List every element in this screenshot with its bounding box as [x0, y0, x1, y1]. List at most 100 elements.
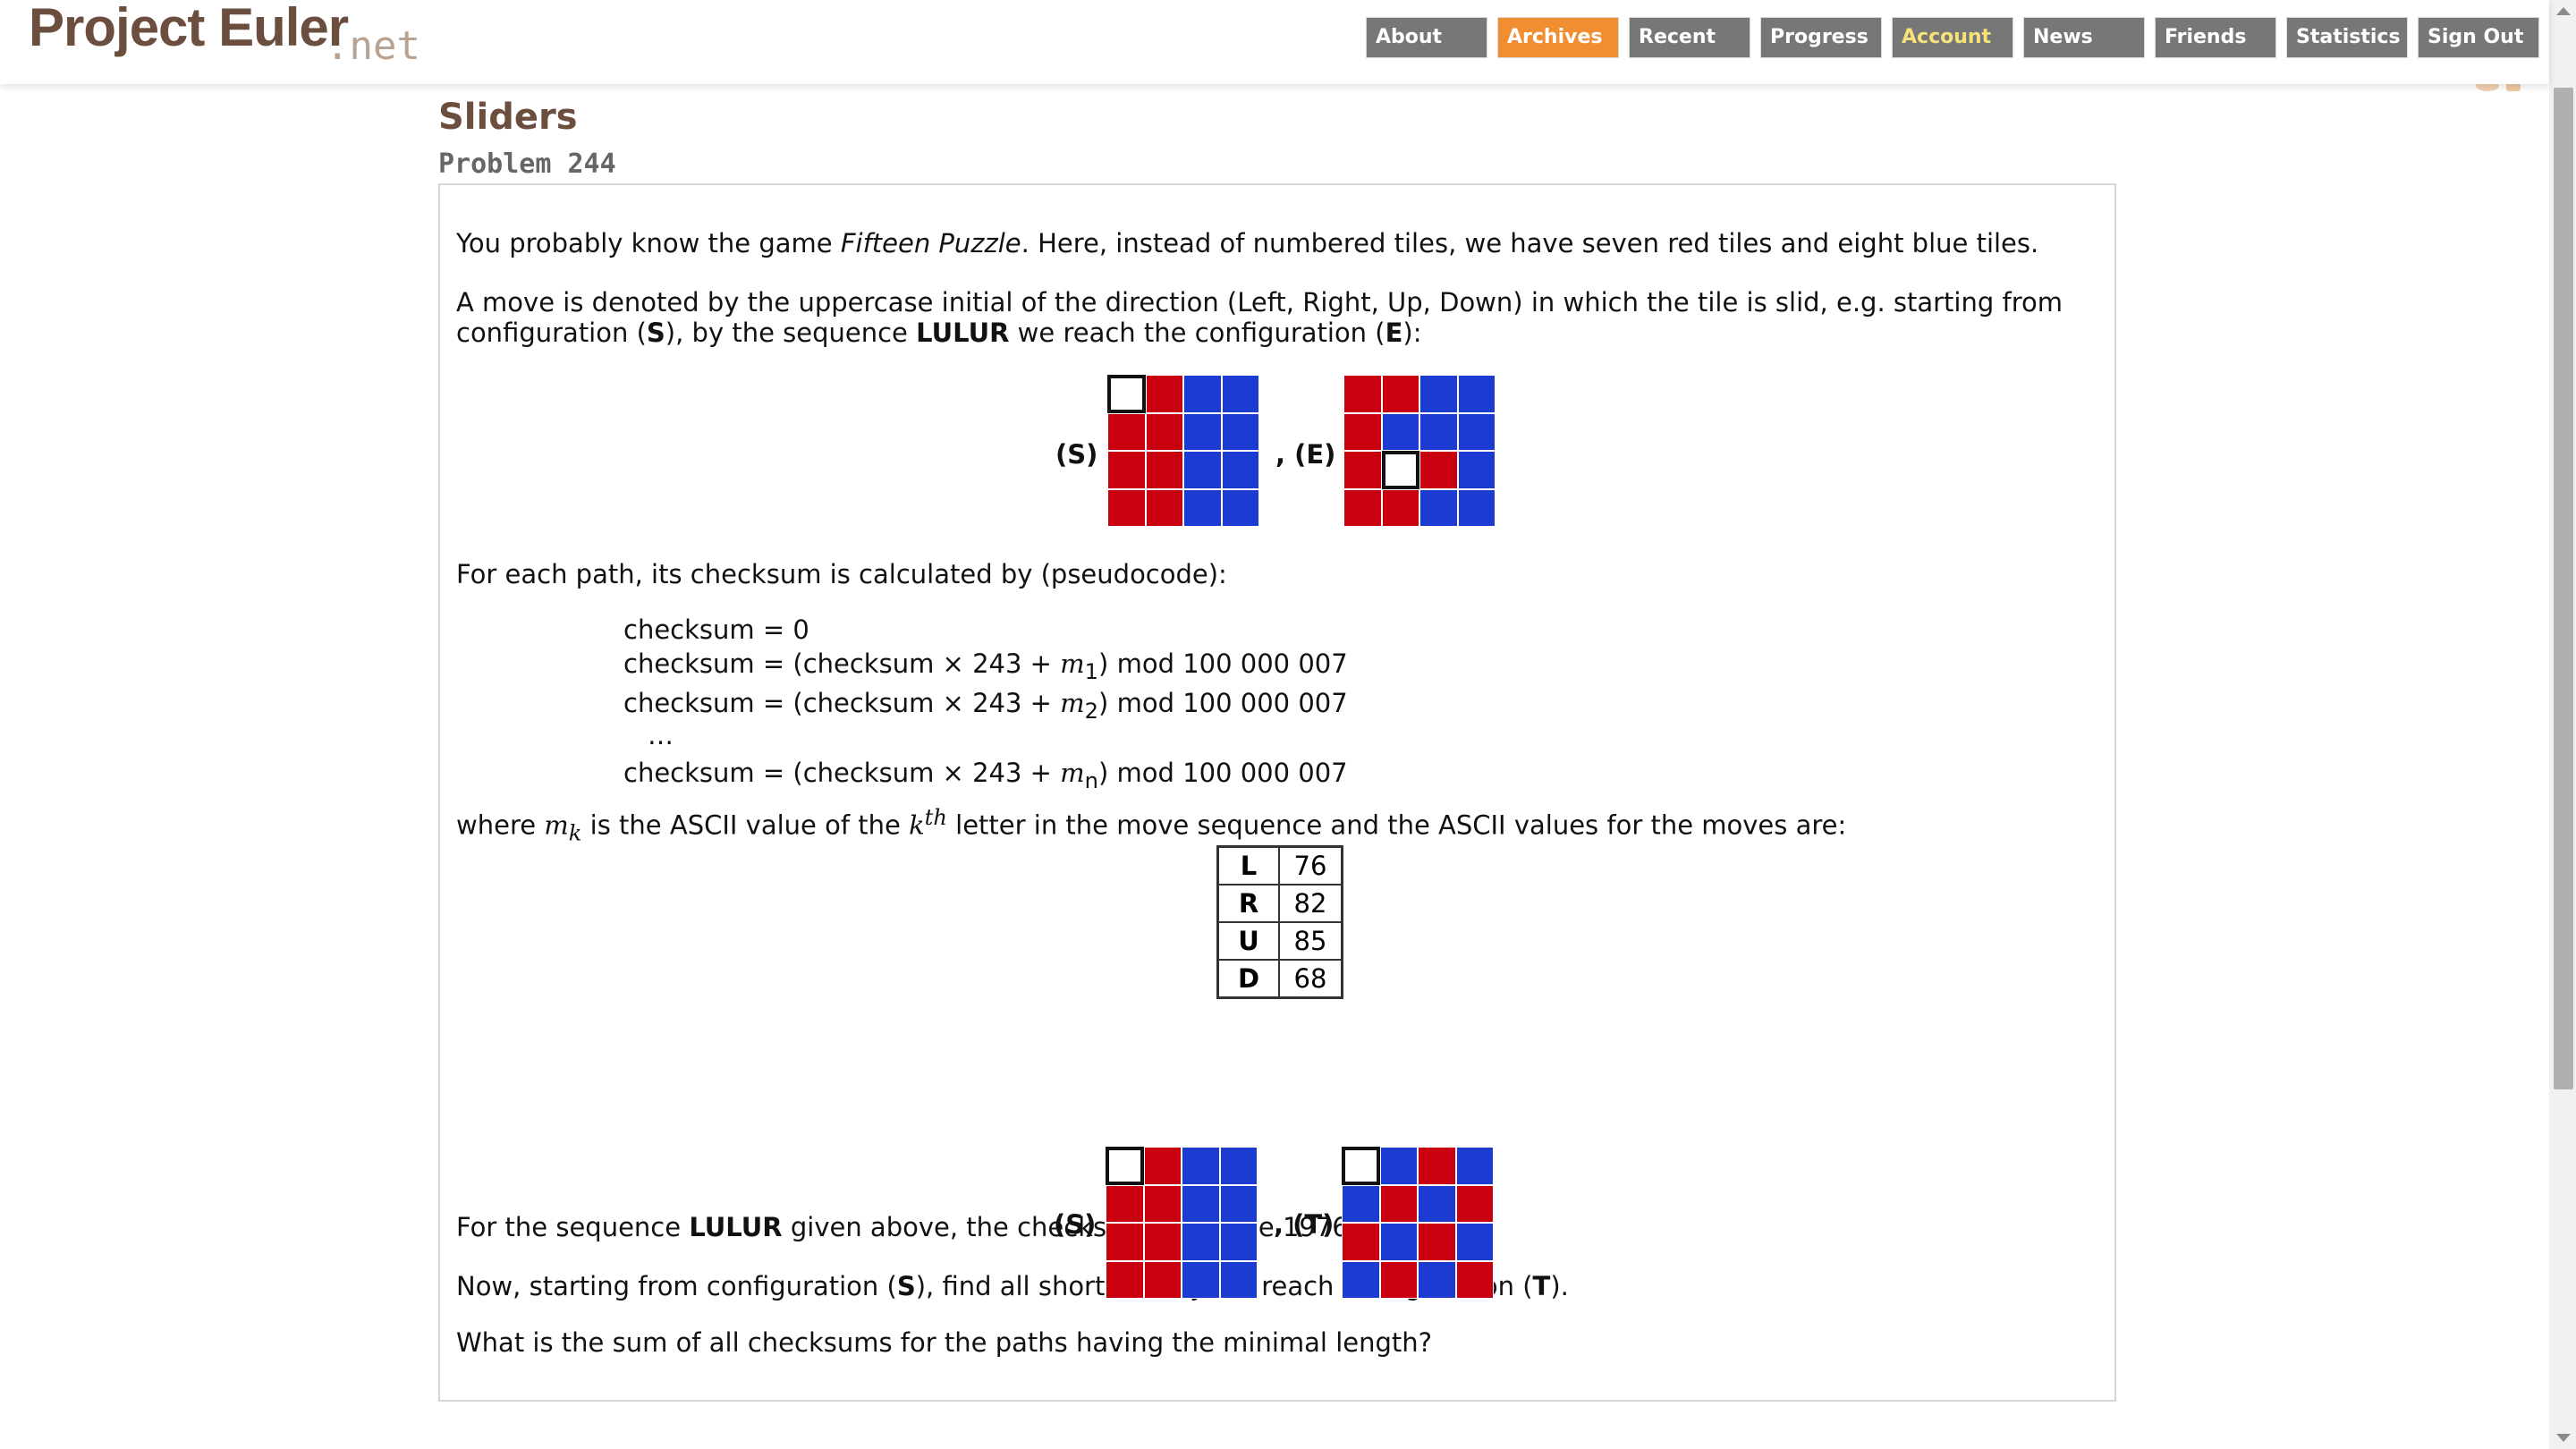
- blue-tile: [1342, 1184, 1380, 1223]
- table-row: U 85: [1216, 921, 1343, 961]
- value-cell: 76: [1278, 845, 1343, 886]
- blue-tile: [1419, 412, 1458, 451]
- table-row: R 82: [1216, 884, 1343, 923]
- blue-tile: [1182, 1223, 1220, 1261]
- problem-number: Problem 244: [438, 148, 616, 180]
- code-line-n: checksum = (checksum × 243 + mn) mod 100…: [623, 758, 1348, 793]
- checksum-intro: For each path, its checksum is calculate…: [456, 559, 1227, 589]
- blue-tile: [1182, 1184, 1220, 1223]
- red-tile: [1143, 1184, 1182, 1223]
- scrollbar[interactable]: [2549, 0, 2576, 1449]
- scroll-down-icon[interactable]: [2556, 1434, 2571, 1442]
- game-name: Fifteen Puzzle: [840, 228, 1021, 258]
- red-tile: [1343, 375, 1382, 413]
- ascii-table: L 76 R 82 U 85 D 68: [1216, 845, 1343, 999]
- blue-tile: [1419, 488, 1458, 527]
- scrollbar-thumb[interactable]: [2554, 88, 2573, 1089]
- nav-about[interactable]: About: [1367, 18, 1487, 57]
- ascii-description: where mk is the ASCII value of the kth l…: [456, 805, 1847, 846]
- blue-tile: [1457, 488, 1496, 527]
- nav-archives[interactable]: Archives: [1498, 18, 1618, 57]
- move-description-line2: configuration (S), by the sequence LULUR…: [456, 318, 1422, 348]
- nav-news[interactable]: News: [2024, 18, 2144, 57]
- site-logo-net: .net: [326, 23, 420, 69]
- value-cell: 82: [1278, 884, 1343, 923]
- table-row: D 68: [1216, 959, 1343, 999]
- red-tile: [1107, 451, 1146, 489]
- blue-tile: [1455, 1223, 1494, 1261]
- red-tile: [1343, 412, 1382, 451]
- nav-friends[interactable]: Friends: [2156, 18, 2275, 57]
- blue-tile: [1457, 451, 1496, 489]
- code-line-3: checksum = (checksum × 243 + m2) mod 100…: [623, 688, 1348, 724]
- red-tile: [1143, 1147, 1182, 1185]
- value-cell: 85: [1278, 921, 1343, 961]
- blue-tile: [1457, 412, 1496, 451]
- value-cell: 68: [1278, 959, 1343, 999]
- blue-tile: [1419, 375, 1458, 413]
- blue-tile: [1182, 1147, 1220, 1185]
- top-bar: Project Euler .net About Archives Recent…: [0, 0, 2549, 84]
- move-description-line1: A move is denoted by the uppercase initi…: [456, 287, 2063, 318]
- code-line-2: checksum = (checksum × 243 + m1) mod 100…: [623, 648, 1348, 684]
- nav-recent[interactable]: Recent: [1630, 18, 1750, 57]
- config-grid-s-2: [1106, 1147, 1258, 1299]
- nav-sign-out[interactable]: Sign Out: [2419, 18, 2538, 57]
- red-tile: [1106, 1184, 1144, 1223]
- move-cell: L: [1216, 845, 1280, 886]
- red-tile: [1145, 375, 1183, 413]
- blue-tile: [1342, 1260, 1380, 1299]
- code-ellipsis: …: [648, 720, 674, 750]
- empty-tile: [1107, 375, 1146, 413]
- red-tile: [1379, 1184, 1418, 1223]
- red-tile: [1107, 488, 1146, 527]
- config-label-s-2: (S): [1054, 1209, 1097, 1240]
- red-tile: [1145, 451, 1183, 489]
- problem-title: Sliders: [438, 97, 578, 138]
- red-tile: [1343, 451, 1382, 489]
- red-tile: [1143, 1260, 1182, 1299]
- config-label-e: , (E): [1275, 439, 1336, 470]
- nav-account[interactable]: Account: [1893, 18, 2012, 57]
- red-tile: [1107, 412, 1146, 451]
- red-tile: [1106, 1223, 1144, 1261]
- blue-tile: [1219, 1260, 1258, 1299]
- blue-tile: [1183, 375, 1222, 413]
- red-tile: [1381, 375, 1419, 413]
- red-tile: [1455, 1184, 1494, 1223]
- red-tile: [1342, 1223, 1380, 1261]
- red-tile: [1419, 451, 1458, 489]
- blue-tile: [1221, 412, 1259, 451]
- empty-tile: [1381, 451, 1419, 489]
- intro-paragraph: You probably know the game Fifteen Puzzl…: [456, 228, 2039, 258]
- blue-tile: [1219, 1147, 1258, 1185]
- blue-tile: [1219, 1184, 1258, 1223]
- blue-tile: [1221, 375, 1259, 413]
- red-tile: [1418, 1147, 1456, 1185]
- blue-tile: [1381, 412, 1419, 451]
- red-tile: [1145, 412, 1183, 451]
- blue-tile: [1379, 1223, 1418, 1261]
- blue-tile: [1183, 451, 1222, 489]
- scroll-up-icon[interactable]: [2556, 7, 2571, 15]
- move-cell: R: [1216, 884, 1280, 923]
- blue-tile: [1183, 488, 1222, 527]
- config-grid-t: [1342, 1147, 1494, 1299]
- table-row: L 76: [1216, 845, 1343, 886]
- nav-progress[interactable]: Progress: [1761, 18, 1881, 57]
- red-tile: [1379, 1260, 1418, 1299]
- red-tile: [1143, 1223, 1182, 1261]
- empty-tile: [1342, 1147, 1380, 1185]
- red-tile: [1455, 1260, 1494, 1299]
- nav-statistics[interactable]: Statistics: [2287, 18, 2407, 57]
- question-text: What is the sum of all checksums for the…: [456, 1327, 1433, 1358]
- blue-tile: [1182, 1260, 1220, 1299]
- blue-tile: [1418, 1260, 1456, 1299]
- move-cell: D: [1216, 959, 1280, 999]
- code-line-1: checksum = 0: [623, 614, 809, 645]
- config-label-s: (S): [1055, 439, 1098, 470]
- blue-tile: [1221, 451, 1259, 489]
- site-logo[interactable]: Project Euler: [29, 0, 349, 58]
- blue-tile: [1455, 1147, 1494, 1185]
- config-label-t: , (T): [1274, 1209, 1335, 1240]
